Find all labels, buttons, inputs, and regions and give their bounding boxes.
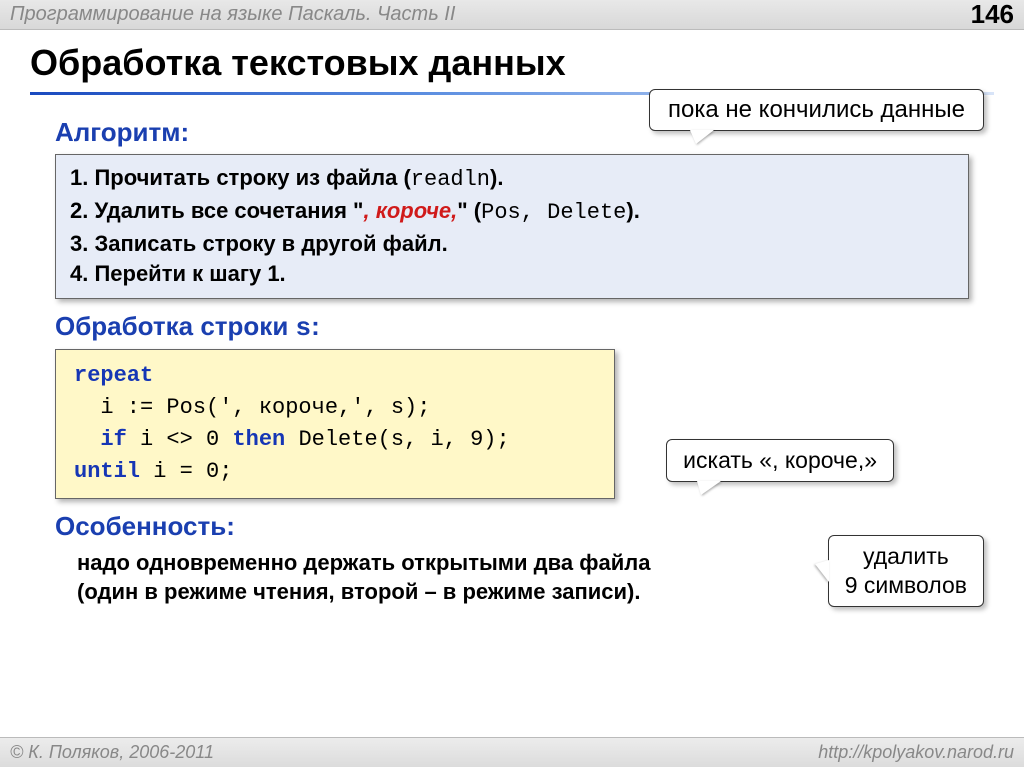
- processing-label: Обработка строки s:: [55, 311, 969, 343]
- code-line-2: i := Pos(', короче,', s);: [74, 395, 430, 420]
- page-title: Обработка текстовых данных: [0, 30, 1024, 92]
- callout-text: пока не кончились данные: [668, 96, 965, 123]
- footer-url: http://kpolyakov.narod.ru: [818, 742, 1014, 763]
- callout-tail: [697, 481, 721, 495]
- callout-tail: [690, 130, 714, 144]
- callout-loop-condition: пока не кончились данные: [649, 89, 984, 131]
- algo-step-4: 4. Перейти к шагу 1.: [70, 259, 954, 290]
- algo-step-1: 1. Прочитать строку из файла (readln).: [70, 163, 954, 196]
- kw-if: if: [100, 427, 126, 452]
- breadcrumb: Программирование на языке Паскаль. Часть…: [10, 3, 455, 26]
- algo-step-3: 3. Записать строку в другой файл.: [70, 229, 954, 260]
- footer-copyright: © К. Поляков, 2006-2011: [10, 742, 214, 763]
- callout-text-l2: 9 символов: [845, 571, 967, 600]
- callout-text: искать «, короче,»: [683, 447, 877, 473]
- algorithm-box: 1. Прочитать строку из файла (readln). 2…: [55, 154, 969, 299]
- kw-then: then: [232, 427, 285, 452]
- callout-text-l1: удалить: [845, 542, 967, 571]
- algo-step-2: 2. Удалить все сочетания ", короче," (Po…: [70, 196, 954, 229]
- callout-search: искать «, короче,»: [666, 439, 894, 482]
- code-box: repeat i := Pos(', короче,', s); if i <>…: [55, 349, 615, 499]
- header-bar: Программирование на языке Паскаль. Часть…: [0, 0, 1024, 30]
- footer-bar: © К. Поляков, 2006-2011 http://kpolyakov…: [0, 737, 1024, 767]
- content-area: пока не кончились данные Алгоритм: 1. Пр…: [0, 95, 1024, 607]
- callout-tail: [815, 560, 829, 582]
- callout-delete: удалить 9 символов: [828, 535, 984, 607]
- kw-until: until: [74, 459, 140, 484]
- page-number: 146: [971, 0, 1014, 30]
- kw-repeat: repeat: [74, 363, 153, 388]
